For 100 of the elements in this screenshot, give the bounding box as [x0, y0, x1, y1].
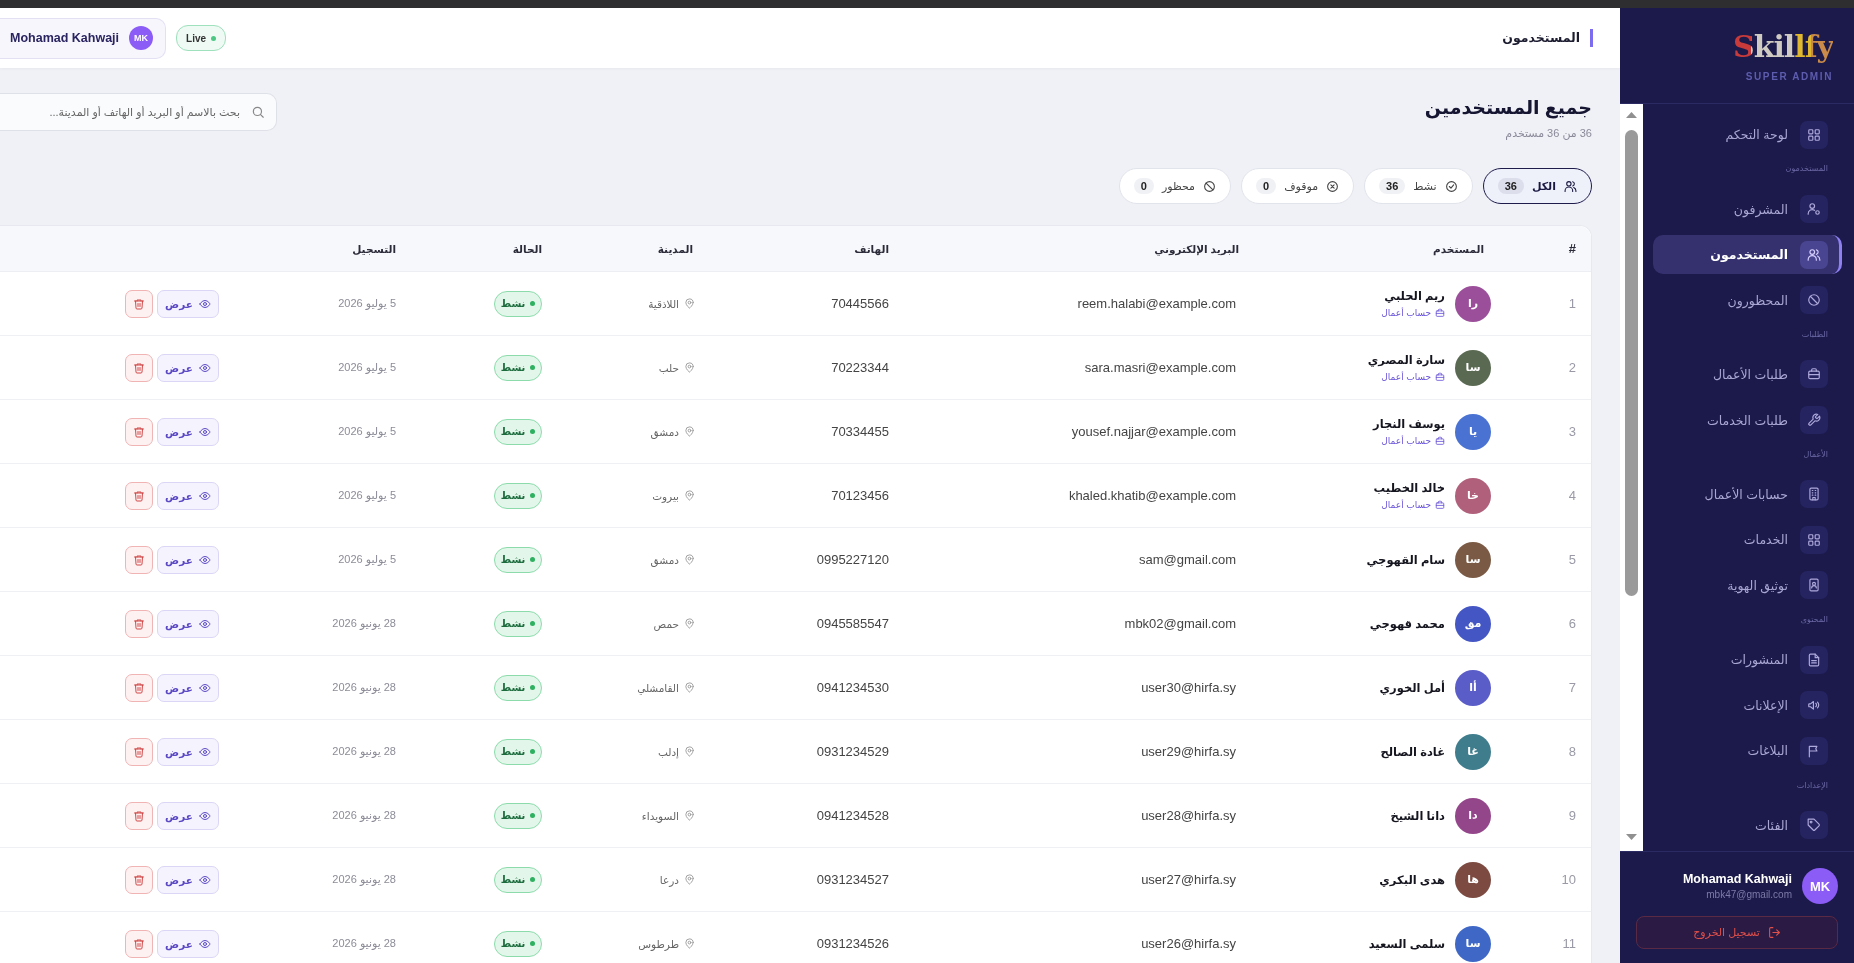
user-name: أمل الخوري	[1379, 680, 1445, 695]
row-number: 9	[1568, 808, 1576, 823]
delete-button[interactable]	[125, 737, 153, 766]
location-pin-icon	[684, 746, 695, 757]
sidebar-item[interactable]: الخدمات	[1653, 520, 1842, 560]
sidebar-item[interactable]: الإعلانات	[1653, 685, 1842, 726]
city-text: دمشق	[650, 553, 679, 566]
sidebar-item[interactable]: المستخدمون	[1653, 234, 1842, 275]
sidebar-item[interactable]: طلبات الأعمال	[1653, 354, 1842, 395]
city-text: حمص	[653, 617, 679, 630]
view-button[interactable]: عرض	[157, 289, 219, 318]
megaphone-icon	[1807, 698, 1821, 713]
row-number: 4	[1568, 488, 1576, 503]
date-text: 5 يوليو 2026	[338, 361, 396, 374]
delete-button[interactable]	[125, 353, 153, 382]
delete-button[interactable]	[125, 801, 153, 830]
phone-text: 0941234528	[816, 808, 889, 823]
briefcase-icon	[1435, 372, 1445, 382]
delete-button[interactable]	[125, 865, 153, 894]
trash-icon	[133, 745, 145, 758]
view-button[interactable]: عرض	[157, 801, 219, 830]
view-button[interactable]: عرض	[157, 673, 219, 702]
location-pin-icon	[684, 874, 695, 885]
view-button[interactable]: عرض	[157, 481, 219, 510]
sidebar-item[interactable]: المنشورات	[1653, 639, 1842, 680]
sidebar-item[interactable]: طلبات الخدمات	[1653, 400, 1842, 440]
city-text: حلب	[658, 361, 679, 374]
view-button[interactable]: عرض	[157, 865, 219, 894]
column-header: المستخدم	[1432, 242, 1485, 255]
business-tag: حساب أعمال	[1367, 372, 1445, 382]
search-icon	[251, 105, 265, 119]
delete-button[interactable]	[125, 673, 153, 702]
row-number: 3	[1568, 424, 1576, 439]
location-pin-icon	[684, 298, 695, 309]
date-text: 28 يونيو 2026	[332, 745, 396, 758]
phone-text: 0941234530	[816, 680, 889, 695]
trash-icon	[133, 681, 145, 694]
section-label: الإعدادات	[1795, 779, 1829, 792]
location-pin-icon	[684, 554, 695, 565]
briefcase-icon	[1435, 308, 1445, 318]
avatar: سا	[1455, 925, 1491, 962]
trash-icon	[133, 873, 145, 886]
column-header: الهاتف	[853, 242, 889, 255]
user-name: ريم الحلبي	[1383, 289, 1445, 303]
status-badge: نشط	[494, 802, 542, 829]
eye-icon	[198, 745, 211, 758]
delete-button[interactable]	[125, 609, 153, 638]
row-number: 11	[1562, 936, 1576, 951]
status-badge: نشط	[494, 930, 542, 957]
view-button[interactable]: عرض	[157, 609, 219, 638]
city-text: بيروت	[652, 489, 679, 502]
sidebar-item[interactable]: البلاغات	[1653, 731, 1842, 771]
live-badge: Live	[176, 25, 227, 51]
sidebar-item[interactable]: حسابات الأعمال	[1653, 474, 1842, 515]
email-text: user26@hirfa.sy	[1141, 936, 1236, 951]
phone-text: 70223344	[831, 360, 889, 375]
logout-button[interactable]: تسجيل الخروج	[1636, 916, 1838, 949]
phone-text: 0931234529	[816, 744, 889, 759]
status-badge: نشط	[494, 866, 542, 893]
delete-button[interactable]	[125, 545, 153, 574]
column-header: #	[1567, 241, 1577, 256]
sidebar-item[interactable]: الفئات	[1653, 805, 1842, 845]
page-title: المستخدمون	[1502, 29, 1593, 47]
ban-icon	[1807, 293, 1821, 308]
eye-icon	[198, 937, 211, 950]
date-text: 28 يونيو 2026	[332, 681, 396, 694]
sidebar-item[interactable]: توثيق الهوية	[1653, 565, 1842, 606]
delete-button[interactable]	[125, 289, 153, 318]
column-header: الحالة	[511, 242, 543, 255]
trash-icon	[133, 937, 145, 950]
email-text: user30@hirfa.sy	[1141, 680, 1236, 695]
flag-icon	[1807, 743, 1821, 758]
email-text: user28@hirfa.sy	[1141, 808, 1236, 823]
view-button[interactable]: عرض	[157, 353, 219, 382]
user-email: mbk47@gmail.com	[1705, 889, 1792, 900]
sidebar-item[interactable]: لوحة التحكم	[1653, 115, 1842, 155]
phone-text: 0931234527	[816, 872, 889, 887]
delete-button[interactable]	[125, 417, 153, 446]
business-tag: حساب أعمال	[1373, 500, 1445, 510]
avatar: ها	[1455, 861, 1491, 898]
view-button[interactable]: عرض	[157, 929, 219, 958]
date-text: 5 يوليو 2026	[338, 489, 396, 502]
delete-button[interactable]	[125, 929, 153, 958]
sidebar-item[interactable]: المشرفون	[1653, 189, 1842, 229]
briefcase-icon	[1435, 436, 1445, 446]
view-button[interactable]: عرض	[157, 545, 219, 574]
view-button[interactable]: عرض	[157, 737, 219, 766]
status-badge: نشط	[494, 546, 542, 573]
user-chip[interactable]: Mohamad Kahwaji MK	[0, 17, 167, 59]
avatar: MK	[129, 26, 154, 50]
view-button[interactable]: عرض	[157, 417, 219, 446]
phone-text: 70445566	[831, 296, 889, 311]
location-pin-icon	[684, 682, 695, 693]
wrench-icon	[1807, 413, 1821, 428]
avatar: MK	[1802, 868, 1838, 904]
phone-text: 70334455	[831, 424, 889, 439]
sidebar-item[interactable]: المحظورون	[1653, 280, 1842, 320]
delete-button[interactable]	[125, 481, 153, 510]
email-text: khaled.khatib@example.com	[1068, 488, 1236, 503]
user-name: سلمى السعيد	[1368, 936, 1445, 951]
